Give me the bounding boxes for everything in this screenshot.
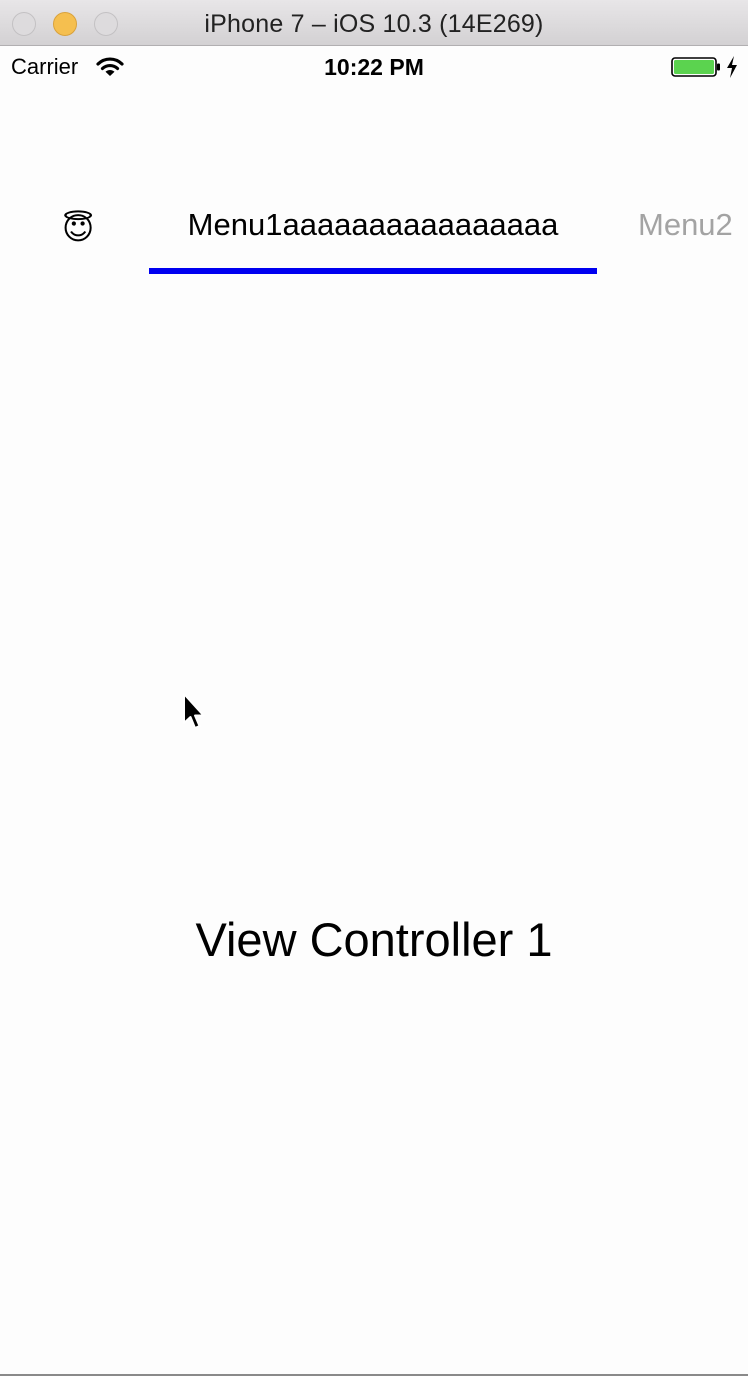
selected-indicator bbox=[149, 268, 597, 274]
status-bar: Carrier 10:22 PM bbox=[0, 46, 748, 88]
battery-icon bbox=[671, 57, 720, 77]
status-time: 10:22 PM bbox=[324, 54, 424, 80]
menu-bar: 😇 Menu1aaaaaaaaaaaaaaaa Menu2 bbox=[0, 180, 748, 280]
view-controller-label: View Controller 1 bbox=[195, 913, 553, 966]
charging-bolt-icon bbox=[727, 56, 737, 78]
title-bar: iPhone 7 – iOS 10.3 (14E269) bbox=[0, 0, 748, 46]
menu-item-menu1[interactable]: Menu1aaaaaaaaaaaaaaaa bbox=[149, 200, 597, 250]
window-title: iPhone 7 – iOS 10.3 (14E269) bbox=[204, 10, 544, 38]
menu-item-emoji[interactable]: 😇 bbox=[62, 204, 94, 254]
mouse-pointer-icon bbox=[183, 693, 205, 729]
menu-item-menu2[interactable]: Menu2 bbox=[638, 200, 733, 250]
simulator-window: iPhone 7 – iOS 10.3 (14E269) Carrier 10:… bbox=[0, 0, 748, 1376]
